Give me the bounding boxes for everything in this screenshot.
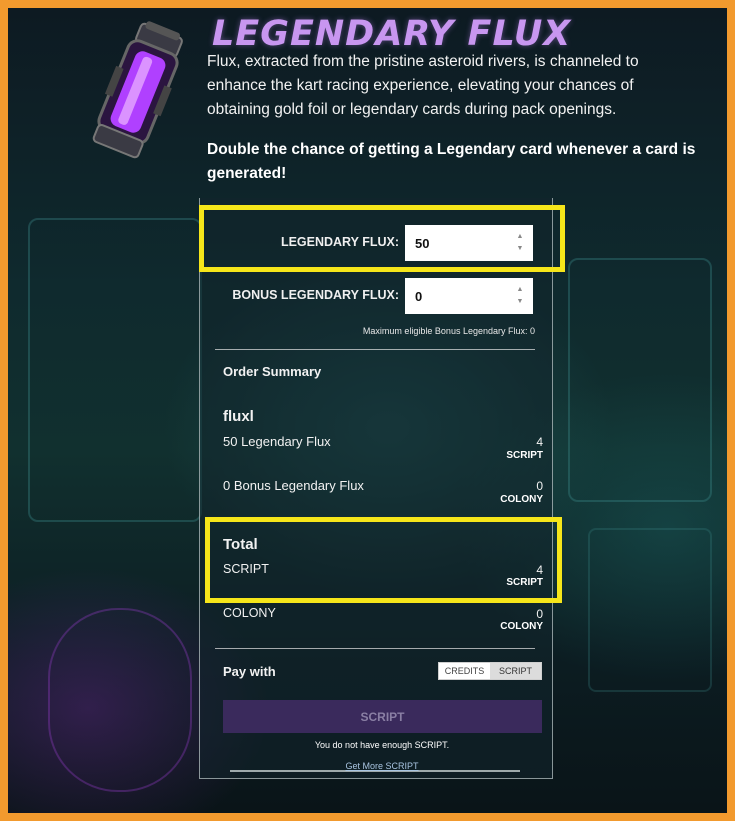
line-item-amount: 4	[536, 435, 543, 449]
total-currency-colony: COLONY	[500, 621, 543, 632]
stepper-up-icon[interactable]: ▲	[517, 286, 524, 294]
bonus-legendary-flux-value: 0	[415, 288, 423, 304]
item-subheading: Double the chance of getting a Legendary…	[207, 141, 696, 182]
pay-option-credits[interactable]: CREDITS	[439, 663, 490, 679]
stepper-down-icon[interactable]: ▼	[517, 298, 524, 306]
payment-method-toggle[interactable]: CREDITS SCRIPT	[438, 662, 542, 680]
background-panel-decoration	[568, 258, 712, 502]
total-amount-colony: 0	[536, 607, 543, 621]
highlight-box-total	[205, 517, 562, 603]
line-item-label: 0 Bonus Legendary Flux	[223, 478, 364, 493]
background-panel-decoration	[48, 608, 192, 792]
flux-vial-icon	[92, 21, 183, 159]
bonus-flux-helper-text: Maximum eligible Bonus Legendary Flux: 0	[362, 326, 535, 336]
line-item-label: 50 Legendary Flux	[223, 434, 331, 449]
line-item-amount: 0	[536, 479, 543, 493]
panel-notch	[230, 770, 520, 782]
line-item-currency: SCRIPT	[506, 450, 543, 461]
pay-button[interactable]: SCRIPT	[223, 700, 542, 733]
line-item-currency: COLONY	[500, 494, 543, 505]
divider	[215, 349, 535, 350]
page-title: LEGENDARY FLUX	[212, 14, 572, 54]
insufficient-funds-notice: You do not have enough SCRIPT.	[314, 740, 450, 750]
bonus-legendary-flux-row: BONUS LEGENDARY FLUX: 0 ▲ ▼	[199, 278, 551, 316]
username: fluxl	[223, 408, 254, 425]
bonus-legendary-flux-stepper[interactable]: ▲ ▼	[515, 286, 525, 306]
get-more-script-link[interactable]: Get More SCRIPT	[199, 761, 565, 771]
pay-with-label: Pay with	[223, 664, 276, 679]
background-panel-decoration	[28, 218, 202, 522]
highlight-box-legendary-flux	[199, 205, 565, 272]
order-summary-heading: Order Summary	[223, 364, 322, 379]
item-description: Flux, extracted from the pristine astero…	[207, 53, 639, 118]
total-label-colony: COLONY	[223, 606, 276, 620]
background-panel-decoration	[588, 528, 712, 692]
bonus-legendary-flux-label: BONUS LEGENDARY FLUX:	[232, 288, 399, 302]
pay-option-script[interactable]: SCRIPT	[490, 663, 541, 679]
divider	[215, 648, 535, 649]
bonus-legendary-flux-input[interactable]: 0 ▲ ▼	[405, 278, 533, 314]
